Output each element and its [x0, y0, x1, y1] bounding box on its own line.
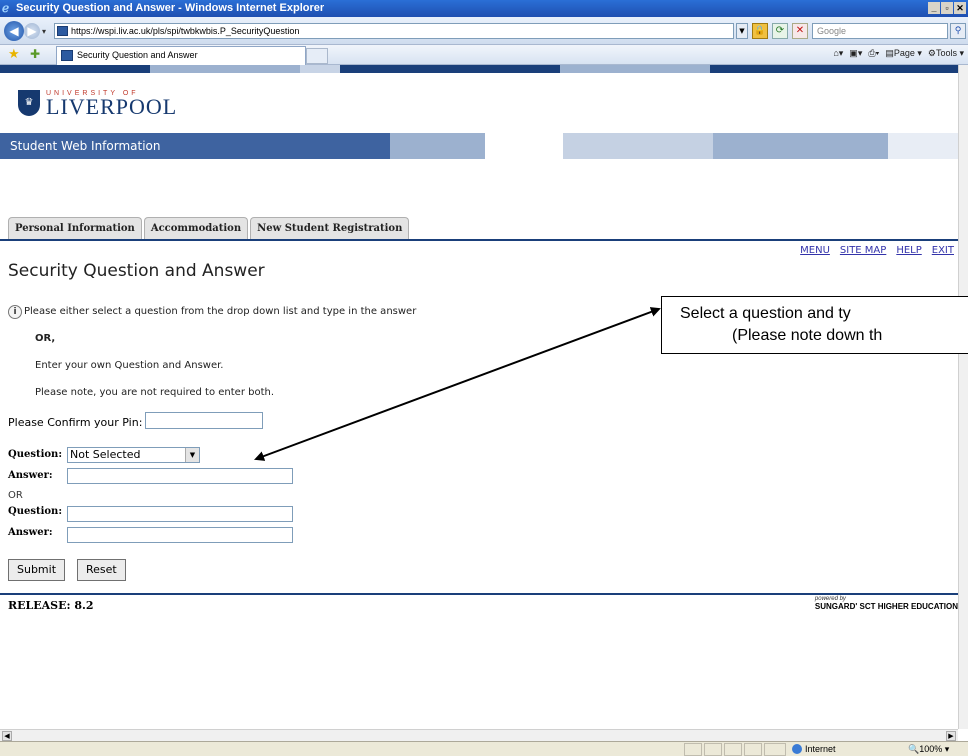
tab-personal-information[interactable]: Personal Information: [8, 217, 142, 239]
or-label: OR: [8, 490, 23, 501]
header-band: [0, 65, 958, 73]
page-icon: ▤: [885, 48, 894, 58]
new-tab-button[interactable]: [306, 48, 328, 64]
own-question-label: Question:: [8, 506, 63, 517]
answer-field[interactable]: [67, 468, 293, 484]
window-titlebar: ℯ Security Question and Answer - Windows…: [0, 0, 968, 17]
stop-icon[interactable]: ✕: [792, 23, 808, 39]
search-icon[interactable]: ⚲: [950, 23, 966, 39]
print-icon[interactable]: ⎙▾: [868, 48, 879, 59]
sitemap-link[interactable]: SITE MAP: [840, 245, 886, 256]
browser-tab-title: Security Question and Answer: [77, 50, 198, 60]
tab-new-student-registration[interactable]: New Student Registration: [250, 217, 410, 239]
search-input[interactable]: Google: [812, 23, 948, 39]
app-header-bar: Student Web Information: [0, 133, 958, 159]
question-label: Question:: [8, 449, 63, 460]
home-icon[interactable]: ⌂▾: [833, 48, 843, 59]
minimize-icon[interactable]: _: [928, 2, 940, 14]
info-text-2: Enter your own Question and Answer.: [35, 360, 224, 371]
scroll-right-icon[interactable]: ▶: [946, 731, 956, 741]
tab-accommodation[interactable]: Accommodation: [143, 217, 249, 239]
help-link[interactable]: HELP: [896, 245, 921, 256]
university-logo[interactable]: ♛ UNIVERSITY OF LIVERPOOL: [18, 83, 177, 123]
reset-button[interactable]: Reset: [77, 559, 126, 581]
app-name: Student Web Information: [10, 139, 161, 153]
recent-pages-dropdown-icon[interactable]: ▾: [42, 27, 46, 36]
horizontal-scrollbar[interactable]: ◀ ▶: [0, 729, 958, 741]
tools-menu[interactable]: ⚙Tools ▾: [928, 48, 964, 59]
info-text-1: Please either select a question from the…: [24, 306, 417, 317]
footer-divider: [0, 593, 958, 595]
pin-field[interactable]: [145, 412, 263, 429]
security-zone[interactable]: Internet: [792, 743, 836, 756]
feeds-icon[interactable]: ▣▾: [849, 48, 862, 59]
forward-icon[interactable]: ▶: [24, 23, 40, 39]
browser-tab-active[interactable]: Security Question and Answer: [56, 46, 306, 65]
own-question-field[interactable]: [67, 506, 293, 522]
tools-icon: ⚙: [927, 48, 936, 58]
question-select[interactable]: Not Selected ▼: [67, 447, 200, 463]
answer-label: Answer:: [8, 470, 53, 481]
own-answer-field[interactable]: [67, 527, 293, 543]
menu-link[interactable]: MENU: [800, 245, 830, 256]
info-icon: i: [8, 305, 22, 319]
add-favorites-icon[interactable]: ✚: [30, 47, 40, 61]
window-controls: _ ▫ ✕: [928, 2, 966, 14]
page-viewport: ♛ UNIVERSITY OF LIVERPOOL Student Web In…: [0, 65, 958, 729]
status-bar: Internet 🔍100% ▾: [0, 741, 968, 756]
globe-icon: [792, 744, 802, 754]
own-answer-label: Answer:: [8, 527, 53, 538]
back-icon[interactable]: ◀: [4, 21, 24, 41]
site-favicon-icon: [61, 50, 73, 61]
main-tabs: Personal Information Accommodation New S…: [8, 217, 411, 239]
submit-button[interactable]: Submit: [8, 559, 66, 581]
zoom-level[interactable]: 🔍100% ▾: [908, 743, 949, 756]
top-links: MENU SITE MAP HELP EXIT: [800, 245, 954, 256]
lock-icon[interactable]: 🔒: [752, 23, 768, 39]
vertical-scrollbar[interactable]: [958, 65, 968, 729]
info-text-3: Please note, you are not required to ent…: [35, 387, 275, 398]
tab-toolbar: ★ ✚ Security Question and Answer ⌂▾ ▣▾ ⎙…: [0, 45, 968, 65]
exit-link[interactable]: EXIT: [932, 245, 954, 256]
page-menu[interactable]: ▤Page ▾: [885, 48, 922, 59]
callout-line-2: (Please note down th: [732, 327, 883, 344]
address-toolbar: ◀ ▶ ▾ https://wspi.liv.ac.uk/pls/spi/twb…: [0, 17, 968, 45]
question-select-value: Not Selected: [70, 448, 141, 461]
annotation-callout: Select a question and ty (Please note do…: [661, 296, 968, 354]
command-bar: ⌂▾ ▣▾ ⎙▾ ▤Page ▾ ⚙Tools ▾: [833, 48, 964, 59]
ie-logo-icon: ℯ: [2, 1, 10, 15]
close-icon[interactable]: ✕: [954, 2, 966, 14]
site-favicon-icon: [57, 26, 68, 36]
crest-icon: ♛: [18, 90, 40, 116]
favorites-star-icon[interactable]: ★: [8, 47, 20, 62]
info-or: OR,: [35, 333, 56, 344]
page-title: Security Question and Answer: [8, 261, 265, 281]
window-title: Security Question and Answer - Windows I…: [16, 2, 325, 14]
maximize-icon[interactable]: ▫: [941, 2, 953, 14]
chevron-down-icon[interactable]: ▼: [185, 448, 199, 462]
tabs-divider: [0, 239, 958, 241]
refresh-icon[interactable]: ⟳: [772, 23, 788, 39]
vendor-logo: powered by SUNGARD' SCT HIGHER EDUCATION: [814, 596, 958, 611]
address-dropdown-icon[interactable]: ▼: [736, 23, 748, 39]
url-text: https://wspi.liv.ac.uk/pls/spi/twbkwbis.…: [71, 26, 300, 36]
scroll-left-icon[interactable]: ◀: [2, 731, 12, 741]
pin-label: Please Confirm your Pin:: [8, 416, 143, 429]
callout-line-1: Select a question and ty: [680, 305, 851, 322]
release-label: RELEASE: 8.2: [8, 599, 94, 612]
address-bar[interactable]: https://wspi.liv.ac.uk/pls/spi/twbkwbis.…: [54, 23, 734, 39]
